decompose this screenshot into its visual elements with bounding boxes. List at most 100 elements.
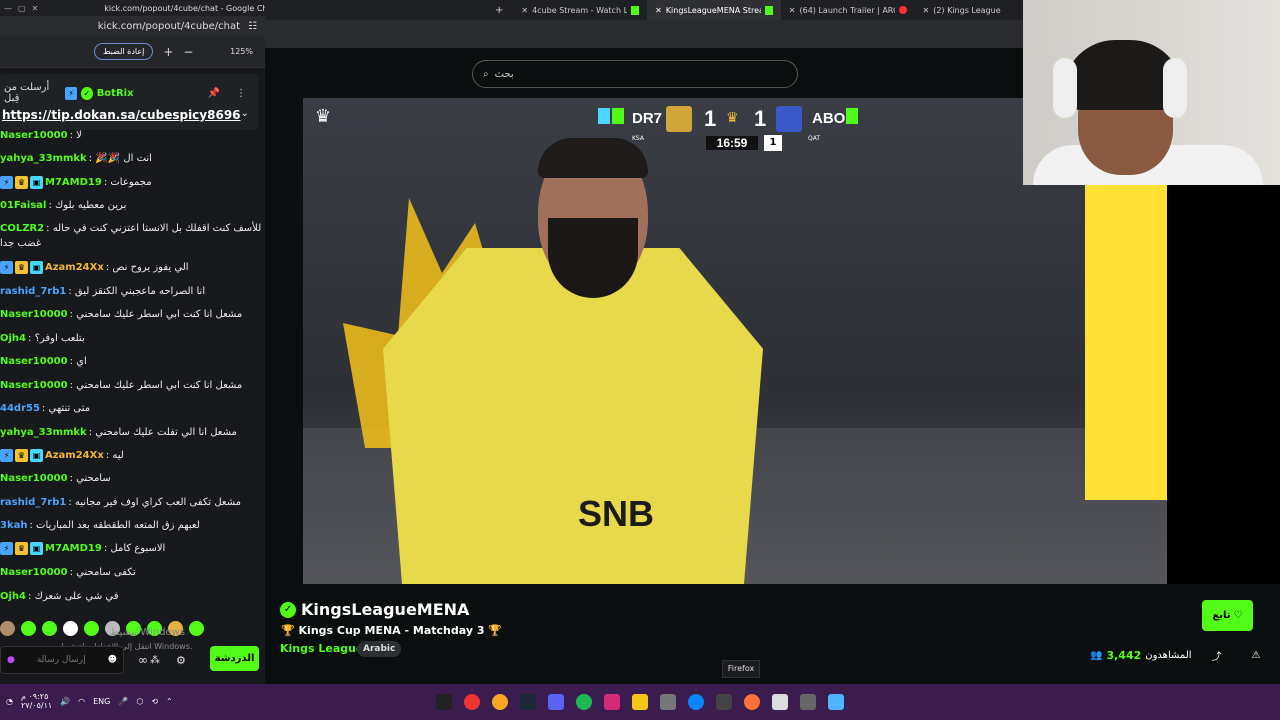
restore-icon[interactable]: ▢ xyxy=(18,4,26,13)
site-settings-icon[interactable]: ☷ xyxy=(248,21,257,32)
chat-badge-icon: ♛ xyxy=(15,261,28,274)
player-figure: SNB xyxy=(383,138,763,584)
chat-message: Naser10000: اي xyxy=(0,354,262,369)
close-icon[interactable]: ✕ xyxy=(32,4,39,13)
chat-username[interactable]: 3kah xyxy=(0,518,27,533)
firefox-icon[interactable] xyxy=(744,694,760,710)
points-icon[interactable]: ⁂ xyxy=(150,655,160,666)
chat-username[interactable]: Naser10000 xyxy=(0,471,68,486)
chat-username[interactable]: 44dr55 xyxy=(0,401,40,416)
app-icon[interactable] xyxy=(464,694,480,710)
chat-username[interactable]: M7AMD19 xyxy=(45,175,102,190)
new-tab-button[interactable]: + xyxy=(495,5,503,16)
chat-username[interactable]: COLZR2 xyxy=(0,221,44,236)
browser-tab[interactable]: ✕ (2) Kings League xyxy=(915,0,1009,20)
mic-icon[interactable]: ● xyxy=(7,655,15,665)
steam-icon[interactable] xyxy=(520,694,536,710)
chat-username[interactable]: Azam24Xx xyxy=(45,448,104,463)
app-icon[interactable] xyxy=(436,694,452,710)
pinned-message: أرسلت من قِبل ⚡ ✓ BotRix 📌 ⋮ https://tip… xyxy=(0,74,258,130)
tray-app-icon[interactable]: ⟲ xyxy=(151,697,158,706)
chat-username[interactable]: Naser10000 xyxy=(0,378,68,393)
windows-start-icon[interactable] xyxy=(828,694,844,710)
more-options-icon[interactable]: ⋮ xyxy=(236,88,246,99)
edge-icon[interactable] xyxy=(688,694,704,710)
emoji-icon[interactable]: ☻ xyxy=(108,655,117,665)
chat-username[interactable]: 01Faisal xyxy=(0,198,46,213)
emote-icon[interactable] xyxy=(42,620,57,636)
share-icon[interactable]: ⤴ xyxy=(1212,648,1222,663)
notification-icon[interactable]: ◔ xyxy=(6,697,13,706)
chat-username[interactable]: Naser10000 xyxy=(0,354,68,369)
report-icon[interactable]: ⚠ xyxy=(1252,650,1261,661)
emote-icon[interactable] xyxy=(84,620,99,636)
chat-username[interactable]: rashid_7rb1 xyxy=(0,495,66,510)
app-icon[interactable] xyxy=(716,694,732,710)
tab-close-icon[interactable]: ✕ xyxy=(789,6,796,15)
popout-url[interactable]: kick.com/popout/4cube/chat xyxy=(98,21,240,32)
pinned-user[interactable]: BotRix xyxy=(97,88,134,99)
follow-button[interactable]: تابع ♡ xyxy=(1202,600,1253,631)
browser-tab[interactable]: ✕ 4cube Stream - Watch Live on K xyxy=(513,0,647,20)
verified-icon: ✓ xyxy=(81,86,93,100)
infinity-icon[interactable]: ∞ xyxy=(138,653,148,667)
tab-list: ✕4cube Stream - Watch Live on K✕KingsLea… xyxy=(513,0,1008,20)
pinned-sent-by: أرسلت من قِبل xyxy=(4,82,50,104)
chat-username[interactable]: Azam24Xx xyxy=(45,260,104,275)
chat-send-button[interactable]: الدردشة xyxy=(210,646,259,671)
emote-icon[interactable] xyxy=(63,620,78,636)
tab-close-icon[interactable]: ✕ xyxy=(923,6,930,15)
emote-icon[interactable] xyxy=(0,620,15,636)
zoom-out-button[interactable]: − xyxy=(183,45,193,59)
tab-close-icon[interactable]: ✕ xyxy=(521,6,528,15)
app-icon[interactable] xyxy=(800,694,816,710)
chat-message: ⚡ ♛ ▣ M7AMD19: مجموعات xyxy=(0,175,262,190)
tray-lang[interactable]: ENG xyxy=(93,697,110,706)
chevron-down-icon[interactable]: ⌄ xyxy=(241,108,249,119)
chat-message: Ojh4: في شي على شعرك xyxy=(0,589,262,604)
stream-category[interactable]: Kings League xyxy=(280,642,363,655)
chat-username[interactable]: Ojh4 xyxy=(0,589,26,604)
wifi-icon[interactable]: ◠ xyxy=(78,697,85,706)
clock[interactable]: ٠٩:٢٥ م ٢٧/٠٥/١١ xyxy=(21,692,52,710)
chat-username[interactable]: Naser10000 xyxy=(0,565,68,580)
zoom-reset-button[interactable]: إعادة الضبط xyxy=(94,43,154,60)
minimize-icon[interactable]: — xyxy=(4,4,12,13)
discord-icon[interactable] xyxy=(548,694,564,710)
microphone-icon[interactable]: 🎤 xyxy=(118,697,128,706)
app-icon[interactable] xyxy=(772,694,788,710)
zoom-bar: إعادة الضبط + − 125% xyxy=(0,36,265,68)
pin-icon[interactable]: 📌 xyxy=(208,88,220,99)
viewer-count: 👥 3,442 المشاهدون ⤴ ⚠ xyxy=(1090,648,1261,663)
settings-gear-icon[interactable]: ⚙ xyxy=(176,654,186,667)
chat-username[interactable]: yahya_33mmkk xyxy=(0,425,87,440)
chat-text: : مشعل تكفى العب كراي اوف فير مجانيه xyxy=(68,497,242,508)
chat-username[interactable]: yahya_33mmkk xyxy=(0,151,87,166)
volume-icon[interactable]: 🔊 xyxy=(60,697,70,706)
browser-tab[interactable]: ✕(64) Launch Trailer | ARC Raider xyxy=(781,0,915,20)
instagram-icon[interactable] xyxy=(604,694,620,710)
chat-username[interactable]: Naser10000 xyxy=(0,128,68,143)
browser-tab[interactable]: ✕KingsLeagueMENA Stream xyxy=(647,0,781,20)
chat-username[interactable]: Naser10000 xyxy=(0,307,68,322)
zoom-in-button[interactable]: + xyxy=(163,45,173,59)
chat-message: COLZR2: انا للأسف كنت اقفلك بل الانستا ا… xyxy=(0,221,262,236)
chat-username[interactable]: rashid_7rb1 xyxy=(0,284,66,299)
stream-tag[interactable]: Arabic xyxy=(357,641,402,657)
tray-app-icon[interactable]: ⬡ xyxy=(136,697,143,706)
app-icon[interactable] xyxy=(632,694,648,710)
chat-username[interactable]: M7AMD19 xyxy=(45,541,102,556)
chrome-icon[interactable] xyxy=(492,694,508,710)
tab-close-icon[interactable]: ✕ xyxy=(655,6,662,15)
bot-badge-icon: ⚡ xyxy=(65,86,78,100)
app-icon[interactable] xyxy=(660,694,676,710)
channel-name[interactable]: KingsLeagueMENA xyxy=(301,600,469,619)
chat-username[interactable]: Ojh4 xyxy=(0,331,26,346)
pinned-link[interactable]: https://tip.dokan.sa/cubespicy8696 xyxy=(0,108,241,122)
chat-message: Naser10000: مشعل انا كنت ابي اسطر عليك س… xyxy=(0,307,262,322)
emote-icon[interactable] xyxy=(21,620,36,636)
chat-input[interactable]: ● إرسال رسالة ☻ xyxy=(0,646,124,674)
spotify-icon[interactable] xyxy=(576,694,592,710)
search-input[interactable]: ⌕ بحث xyxy=(472,60,798,88)
chevron-up-icon[interactable]: ⌃ xyxy=(166,697,173,706)
